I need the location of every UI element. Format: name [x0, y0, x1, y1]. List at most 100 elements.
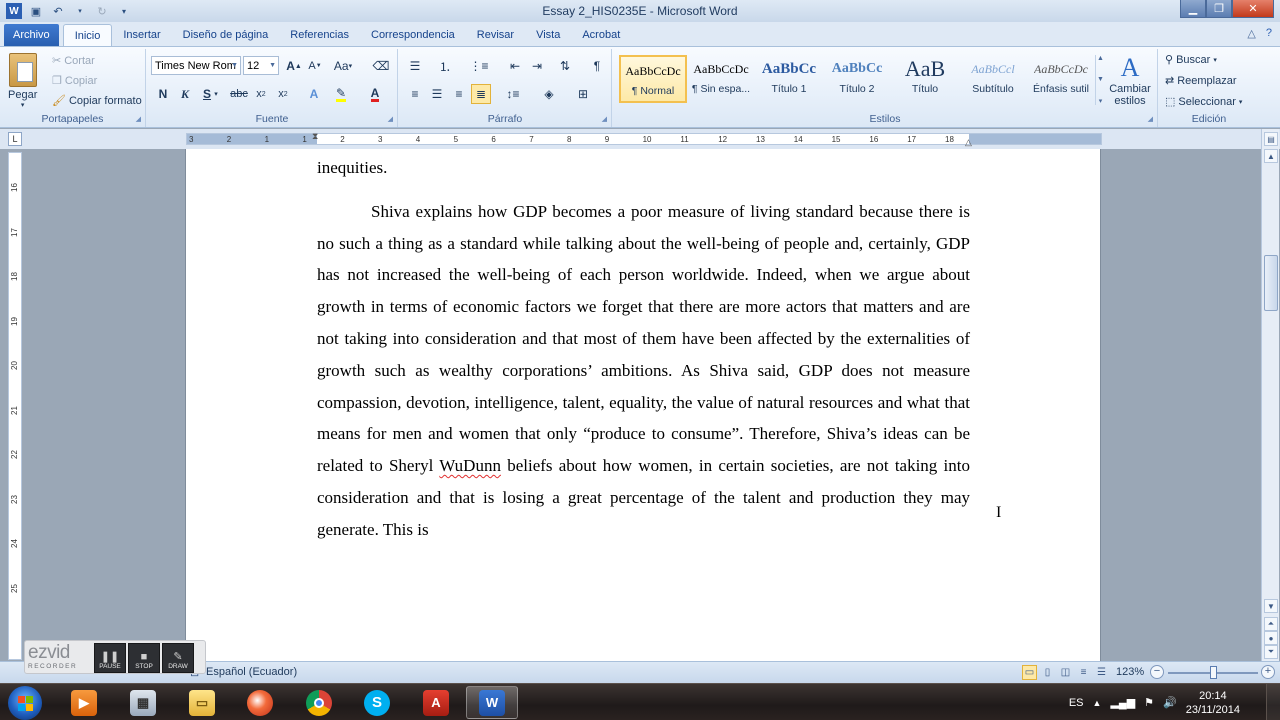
taskbar-skype[interactable]: S [351, 686, 403, 719]
draw-button[interactable]: ✎ DRAW [162, 643, 194, 673]
print-layout-icon[interactable]: ▭ [1022, 665, 1037, 680]
style-heading-2[interactable]: AaBbCc Título 2 [823, 55, 891, 103]
align-left-icon[interactable]: ≡ [405, 84, 425, 104]
clear-formatting-icon[interactable]: ⌫ [371, 56, 391, 76]
change-case-icon[interactable]: Aa ▾ [333, 56, 353, 76]
restore-button[interactable]: ❐ [1206, 0, 1232, 18]
tab-insertar[interactable]: Insertar [112, 24, 171, 46]
help-icon[interactable]: ? [1266, 27, 1272, 40]
text-effects-icon[interactable]: A [304, 84, 324, 104]
right-indent-marker-icon[interactable]: △ [965, 137, 972, 148]
previous-page-icon[interactable]: ⏶ [1264, 617, 1278, 631]
horizontal-ruler[interactable]: 3 2 1 1 2 3 4 5 6 7 8 9 10 11 12 13 14 15 16 17 18 ⧗ △ [186, 131, 1102, 148]
tab-correspondencia[interactable]: Correspondencia [360, 24, 466, 46]
change-styles-button[interactable]: A Cambiar estilos [1109, 53, 1151, 107]
tab-vista[interactable]: Vista [525, 24, 571, 46]
paste-button[interactable]: Pegar ▾ [8, 53, 37, 109]
scroll-thumb[interactable] [1264, 255, 1278, 311]
tray-language[interactable]: ES [1069, 697, 1084, 709]
font-color-icon[interactable]: A [365, 84, 385, 104]
document-page[interactable]: inequities. Shiva explains how GDP becom… [185, 149, 1101, 661]
bullets-icon[interactable]: ☰ [405, 56, 425, 76]
grow-font-icon[interactable]: A ▲ [284, 56, 304, 76]
clock[interactable]: 20:14 23/11/2014 [1186, 689, 1240, 717]
font-name-dropdown-icon[interactable]: ▼ [231, 62, 238, 69]
numbering-icon[interactable]: ⒈ [435, 56, 455, 76]
minimize-ribbon-icon[interactable]: △ [1247, 27, 1255, 40]
language-indicator[interactable]: Español (Ecuador) [206, 666, 297, 678]
tab-acrobat[interactable]: Acrobat [571, 24, 631, 46]
minimize-button[interactable]: ▁ [1180, 0, 1206, 18]
vertical-ruler[interactable]: 16 17 18 19 20 21 22 23 24 25 [8, 152, 22, 660]
zoom-in-button[interactable]: + [1261, 665, 1275, 679]
volume-icon[interactable]: 🔊 [1163, 696, 1177, 709]
justify-icon[interactable]: ≣ [471, 84, 491, 104]
line-spacing-icon[interactable]: ↕≡ [503, 84, 523, 104]
style-no-spacing[interactable]: AaBbCcDc ¶ Sin espa... [687, 55, 755, 103]
tab-referencias[interactable]: Referencias [279, 24, 360, 46]
stop-button[interactable]: ■ STOP [128, 643, 160, 673]
start-button[interactable] [8, 686, 42, 720]
clipboard-launcher-icon[interactable]: ◢ [136, 115, 141, 123]
ruler-toggle-icon[interactable]: ▤ [1264, 132, 1278, 146]
taskbar-acrobat[interactable]: A [410, 686, 462, 719]
bold-button[interactable]: N [153, 84, 173, 104]
increase-indent-icon[interactable]: ⇥ [527, 56, 547, 76]
styles-scroll[interactable]: ▲ ▼ ▾ [1095, 55, 1105, 105]
chevron-up-icon[interactable]: ▲ [1097, 55, 1104, 62]
taskbar-word[interactable]: W [466, 686, 518, 719]
action-center-icon[interactable]: ⚑ [1144, 696, 1154, 709]
font-size-dropdown-icon[interactable]: ▼ [269, 62, 276, 69]
show-hidden-icons-icon[interactable]: ▲ [1093, 698, 1102, 708]
borders-icon[interactable]: ⊞ [573, 84, 593, 104]
tab-archivo[interactable]: Archivo [4, 24, 59, 46]
style-normal[interactable]: AaBbCcDc ¶ Normal [619, 55, 687, 103]
close-button[interactable]: ✕ [1232, 0, 1274, 18]
style-subtle-emphasis[interactable]: AaBbCcDc Énfasis sutil [1027, 55, 1095, 103]
style-title[interactable]: AaB Título [891, 55, 959, 103]
misspelled-word[interactable]: WuDunn [439, 456, 501, 475]
font-size-combo[interactable]: 12 ▼ [243, 56, 279, 75]
zoom-level[interactable]: 123% [1116, 666, 1144, 678]
taskbar-calculator[interactable]: ▦ [117, 686, 169, 719]
pause-button[interactable]: ❚❚ PAUSE [94, 643, 126, 673]
sort-icon[interactable]: ⇅ [555, 56, 575, 76]
zoom-out-button[interactable]: − [1150, 665, 1164, 679]
tab-diseno-de-pagina[interactable]: Diseño de página [172, 24, 280, 46]
decrease-indent-icon[interactable]: ⇤ [505, 56, 525, 76]
multilevel-list-icon[interactable]: ⋮≡ [469, 56, 489, 76]
browse-object-icon[interactable]: ● [1264, 631, 1278, 645]
document-body[interactable]: inequities. Shiva explains how GDP becom… [317, 152, 970, 546]
taskbar-explorer[interactable]: ▭ [176, 686, 228, 719]
subscript-icon[interactable]: x2 [251, 84, 271, 104]
vertical-scrollbar[interactable]: ▤ ▲ ▼ ⏶ ● ⏷ [1261, 129, 1279, 661]
highlight-icon[interactable]: ✎ [331, 84, 351, 104]
font-launcher-icon[interactable]: ◢ [388, 115, 393, 123]
show-formatting-icon[interactable]: ¶ [587, 56, 607, 76]
indent-marker-icon[interactable]: ⧗ [312, 131, 318, 142]
shading-icon[interactable]: ◈ [539, 84, 559, 104]
replace-button[interactable]: ⇄ Reemplazar [1165, 74, 1237, 88]
align-center-icon[interactable]: ☰ [427, 84, 447, 104]
web-layout-icon[interactable]: ◫ [1058, 665, 1073, 680]
network-icon[interactable]: ▂▄▆ [1110, 696, 1135, 709]
paragraph-launcher-icon[interactable]: ◢ [602, 115, 607, 123]
full-screen-reading-icon[interactable]: ▯ [1040, 665, 1055, 680]
scroll-down-icon[interactable]: ▼ [1264, 599, 1278, 613]
superscript-icon[interactable]: x2 [273, 84, 293, 104]
taskbar-paint[interactable] [234, 686, 286, 719]
cut-button[interactable]: ✂ Cortar [52, 54, 95, 68]
format-painter-button[interactable]: 🖌 Copiar formato [52, 94, 142, 108]
style-heading-1[interactable]: AaBbCc Título 1 [755, 55, 823, 103]
align-right-icon[interactable]: ≡ [449, 84, 469, 104]
tab-inicio[interactable]: Inicio [62, 24, 113, 46]
copy-button[interactable]: ❐ Copiar [52, 74, 97, 88]
show-desktop-button[interactable] [1266, 684, 1280, 720]
styles-launcher-icon[interactable]: ◢ [1148, 115, 1153, 123]
tab-revisar[interactable]: Revisar [466, 24, 525, 46]
taskbar-media-player[interactable]: ▶ [58, 686, 110, 719]
strikethrough-icon[interactable]: abc [229, 84, 249, 104]
chevron-down-icon[interactable]: ▼ [1097, 76, 1104, 83]
outline-icon[interactable]: ≡ [1076, 665, 1091, 680]
taskbar-chrome[interactable] [293, 686, 345, 719]
